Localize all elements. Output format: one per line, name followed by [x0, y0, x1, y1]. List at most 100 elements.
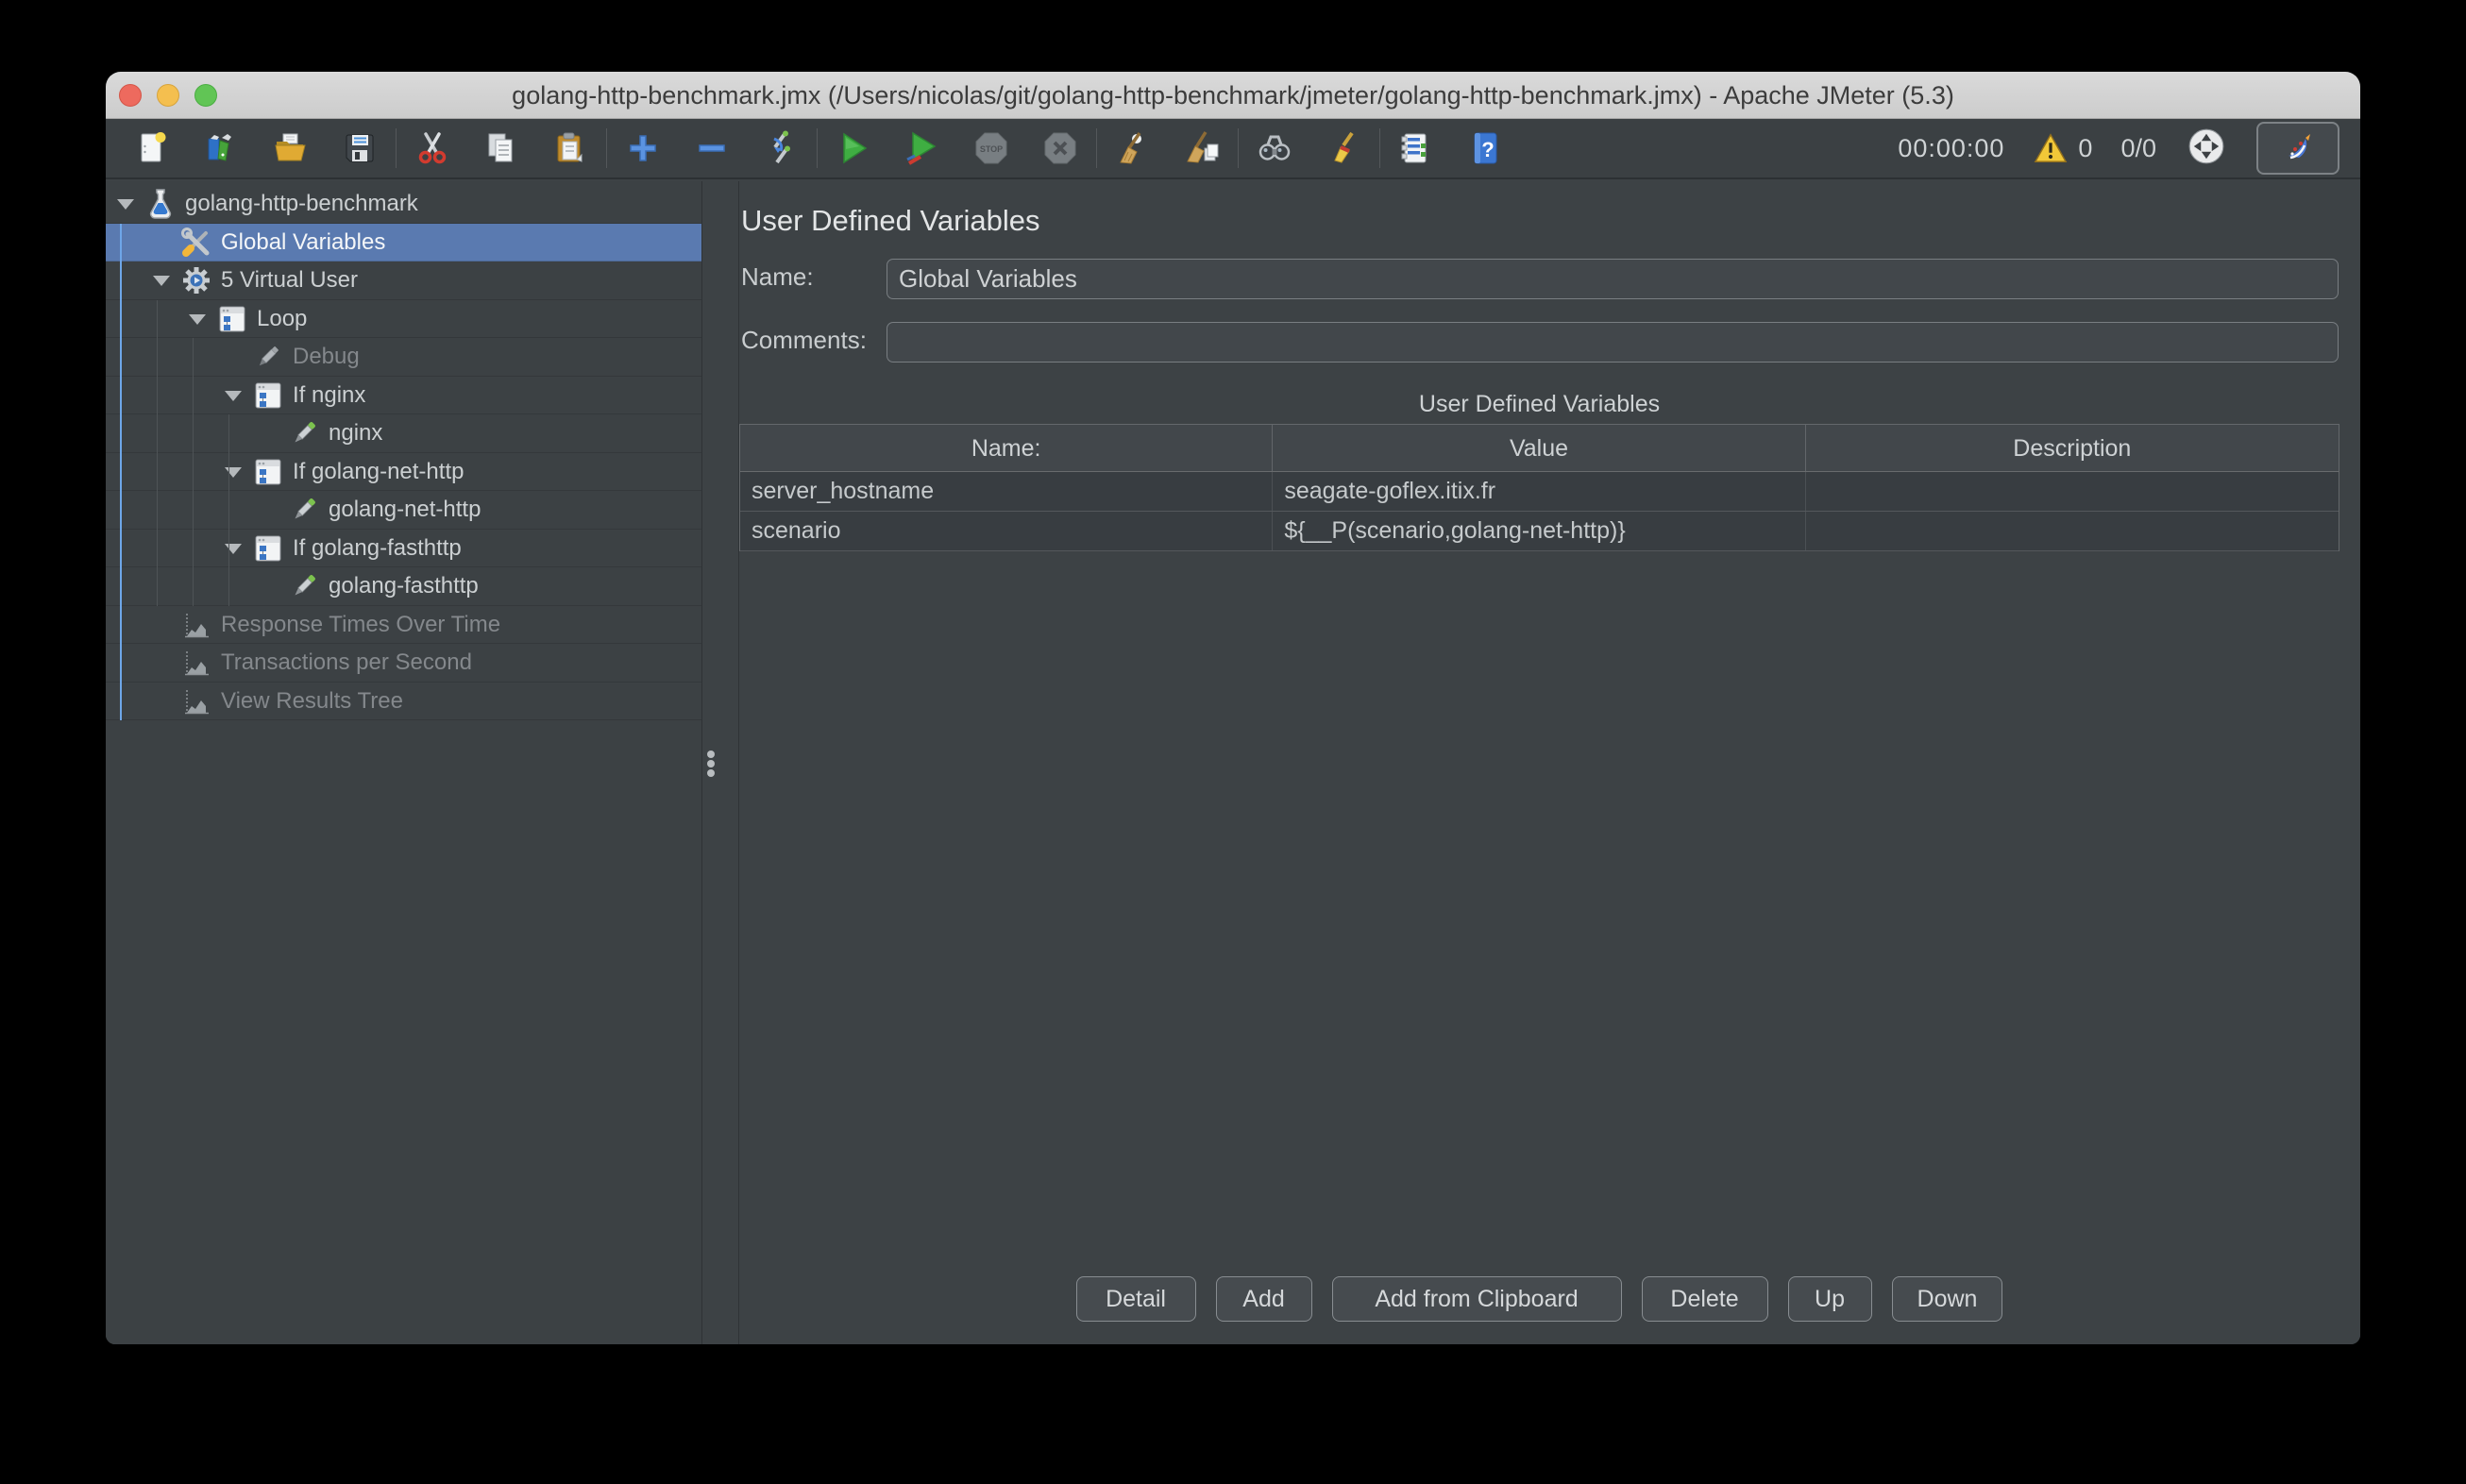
- cell-variable-value[interactable]: ${__P(scenario,golang-net-http)}: [1273, 512, 1805, 550]
- debug-sampler-icon: [251, 340, 285, 374]
- open-file-icon[interactable]: [270, 127, 312, 169]
- save-icon[interactable]: [339, 127, 380, 169]
- remote-sphere-icon[interactable]: [2185, 125, 2228, 173]
- name-label: Name:: [741, 262, 814, 292]
- table-row: scenario ${__P(scenario,golang-net-http)…: [740, 512, 2339, 551]
- variables-table: Name: Value Description server_hostname …: [739, 424, 2339, 551]
- tree-item-thread-group[interactable]: 5 Virtual User: [106, 261, 701, 300]
- close-button[interactable]: [119, 84, 142, 107]
- if-controller-icon: [251, 379, 285, 413]
- listener-chart-icon: [179, 646, 213, 680]
- start-no-pauses-icon[interactable]: [902, 127, 943, 169]
- chevron-down-icon[interactable]: [225, 467, 242, 478]
- down-button[interactable]: Down: [1892, 1276, 2003, 1322]
- copy-icon[interactable]: [481, 127, 522, 169]
- tree-item-if-golang-net-http[interactable]: If golang-net-http: [106, 453, 701, 492]
- cut-icon[interactable]: [412, 127, 453, 169]
- column-header-value[interactable]: Value: [1273, 425, 1805, 471]
- stop-icon[interactable]: [971, 127, 1012, 169]
- test-plan-icon: [144, 187, 177, 221]
- delete-button[interactable]: Delete: [1642, 1276, 1768, 1322]
- remove-icon[interactable]: [691, 127, 733, 169]
- table-row: server_hostname seagate-goflex.itix.fr: [740, 472, 2339, 512]
- page-title: User Defined Variables: [741, 204, 1039, 238]
- window-title: golang-http-benchmark.jmx (/Users/nicola…: [295, 72, 2171, 119]
- comments-input[interactable]: [887, 322, 2339, 363]
- test-plan-tree[interactable]: golang-http-benchmark Global Variables 5…: [106, 181, 702, 1344]
- chevron-down-icon[interactable]: [117, 199, 134, 210]
- table-caption: User Defined Variables: [739, 391, 2339, 418]
- listener-chart-icon: [179, 684, 213, 718]
- elapsed-timer: 00:00:00: [1898, 134, 2004, 163]
- comments-label: Comments:: [741, 326, 867, 355]
- tree-item-global-variables[interactable]: Global Variables: [106, 224, 701, 262]
- column-header-name[interactable]: Name:: [740, 425, 1273, 471]
- help-icon[interactable]: [1464, 127, 1506, 169]
- tree-item-if-nginx[interactable]: If nginx: [106, 377, 701, 415]
- tree-item-golang-fasthttp[interactable]: golang-fasthttp: [106, 567, 701, 606]
- detail-button[interactable]: Detail: [1076, 1276, 1196, 1322]
- warning-indicator[interactable]: 0: [2033, 130, 2092, 166]
- tree-item-test-plan[interactable]: golang-http-benchmark: [106, 185, 701, 224]
- desktop-background: golang-http-benchmark.jmx (/Users/nicola…: [0, 0, 2466, 1484]
- plugins-manager-icon: [2279, 129, 2317, 167]
- tree-item-loop[interactable]: Loop: [106, 300, 701, 339]
- tree-item-if-golang-fasthttp[interactable]: If golang-fasthttp: [106, 530, 701, 568]
- splitter-grip[interactable]: [707, 769, 715, 777]
- zoom-button[interactable]: [194, 84, 217, 107]
- new-file-icon[interactable]: [132, 127, 174, 169]
- cell-variable-description[interactable]: [1806, 512, 2339, 550]
- apply-updates-icon[interactable]: [760, 127, 802, 169]
- chevron-down-icon[interactable]: [225, 544, 242, 554]
- reset-search-icon[interactable]: [1323, 127, 1364, 169]
- splitter-grip[interactable]: [707, 760, 715, 767]
- listener-chart-icon: [179, 608, 213, 642]
- paste-icon[interactable]: [549, 127, 591, 169]
- tree-item-response-times-over-time[interactable]: Response Times Over Time: [106, 606, 701, 645]
- traffic-lights: [119, 84, 217, 107]
- add-button[interactable]: Add: [1216, 1276, 1312, 1322]
- clear-icon[interactable]: [1112, 127, 1154, 169]
- plugins-manager-button[interactable]: [2256, 122, 2339, 175]
- toolbar-status: 00:00:00 0 0/0: [1898, 122, 2349, 175]
- splitter-grip[interactable]: [707, 750, 715, 758]
- tree-item-debug[interactable]: Debug: [106, 338, 701, 377]
- tree-item-golang-net-http[interactable]: golang-net-http: [106, 491, 701, 530]
- http-sampler-icon: [287, 493, 321, 527]
- cell-variable-name[interactable]: server_hostname: [740, 472, 1273, 511]
- column-header-description[interactable]: Description: [1806, 425, 2339, 471]
- panel-divider[interactable]: [738, 181, 739, 1344]
- search-icon[interactable]: [1254, 127, 1295, 169]
- http-sampler-icon: [287, 569, 321, 603]
- chevron-down-icon[interactable]: [189, 314, 206, 325]
- up-button[interactable]: Up: [1788, 1276, 1872, 1322]
- if-controller-icon: [251, 455, 285, 489]
- http-sampler-icon: [287, 416, 321, 450]
- thread-group-icon: [179, 263, 213, 297]
- tree-item-nginx[interactable]: nginx: [106, 414, 701, 453]
- name-input[interactable]: Global Variables: [887, 259, 2339, 299]
- clear-all-icon[interactable]: [1181, 127, 1223, 169]
- warning-count: 0: [2078, 134, 2092, 163]
- table-action-buttons: Detail Add Add from Clipboard Delete Up …: [739, 1276, 2339, 1322]
- function-helper-icon[interactable]: [1395, 127, 1437, 169]
- add-from-clipboard-button[interactable]: Add from Clipboard: [1332, 1276, 1622, 1322]
- title-bar[interactable]: golang-http-benchmark.jmx (/Users/nicola…: [106, 72, 2360, 119]
- cell-variable-name[interactable]: scenario: [740, 512, 1273, 550]
- tree-item-transactions-per-second[interactable]: Transactions per Second: [106, 644, 701, 683]
- chevron-down-icon[interactable]: [153, 276, 170, 286]
- add-icon[interactable]: [622, 127, 664, 169]
- cell-variable-value[interactable]: seagate-goflex.itix.fr: [1273, 472, 1805, 511]
- templates-icon[interactable]: [201, 127, 243, 169]
- cell-variable-description[interactable]: [1806, 472, 2339, 511]
- chevron-down-icon[interactable]: [225, 391, 242, 401]
- shutdown-icon[interactable]: [1039, 127, 1081, 169]
- content-area: golang-http-benchmark Global Variables 5…: [106, 181, 2360, 1344]
- tree-item-view-results-tree[interactable]: View Results Tree: [106, 683, 701, 721]
- if-controller-icon: [251, 531, 285, 565]
- toolbar: 00:00:00 0 0/0: [106, 119, 2360, 179]
- warning-icon: [2033, 130, 2069, 166]
- jmeter-window: golang-http-benchmark.jmx (/Users/nicola…: [106, 72, 2360, 1344]
- start-icon[interactable]: [833, 127, 874, 169]
- minimize-button[interactable]: [157, 84, 179, 107]
